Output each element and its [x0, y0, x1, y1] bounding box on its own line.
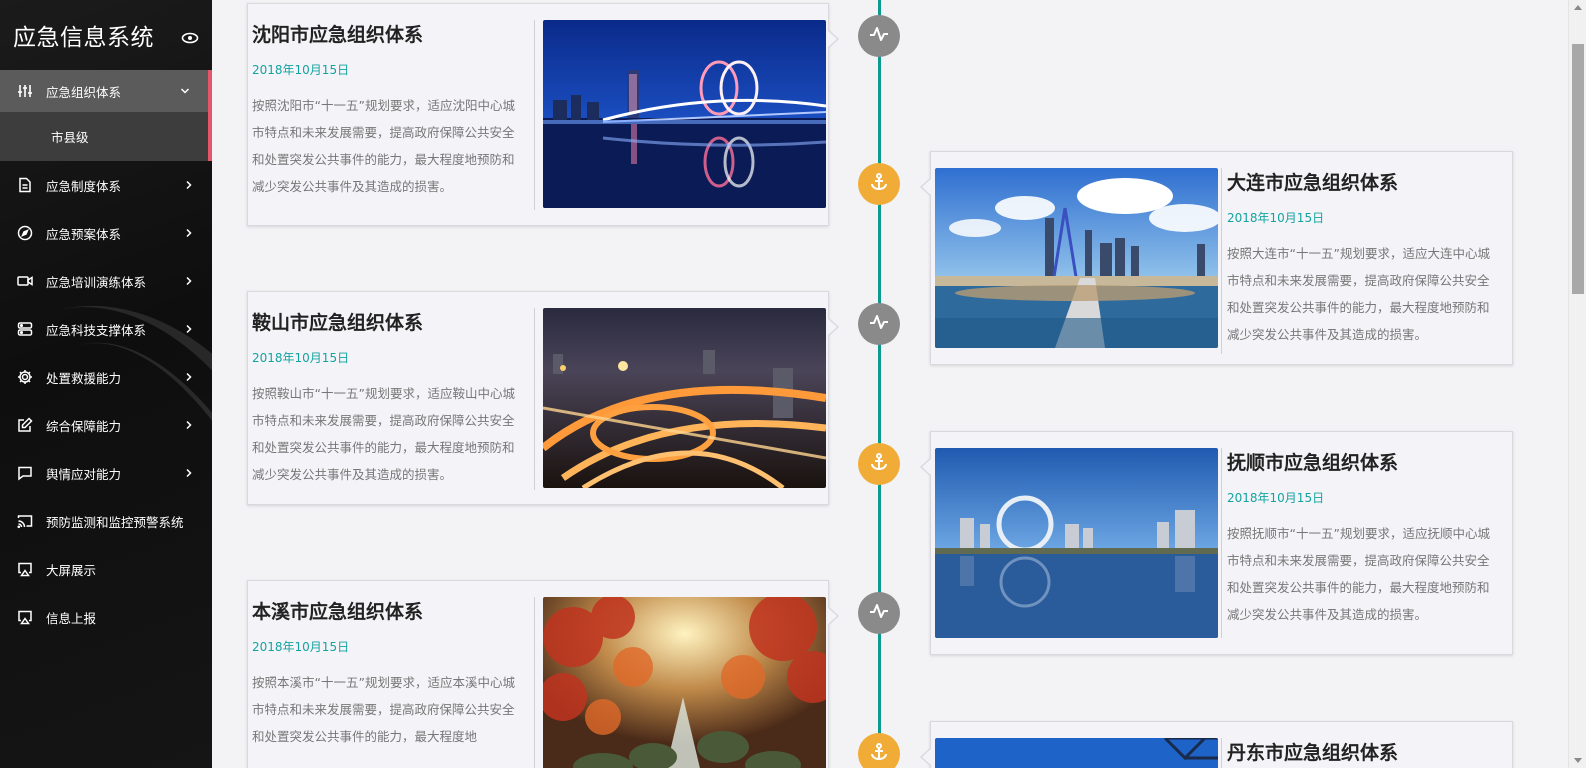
chevron-right-icon [184, 372, 194, 382]
card-date: 2018年10月15日 [1227, 491, 1325, 505]
edit-icon [17, 417, 33, 433]
document-icon [17, 177, 33, 193]
city-photo[interactable] [935, 738, 1218, 768]
anchor-icon [869, 172, 889, 196]
chevron-right-icon [184, 324, 194, 334]
city-photo[interactable] [935, 168, 1218, 348]
sidebar-item-opinion-response[interactable]: 舆情应对能力 [0, 449, 212, 497]
nature-photo[interactable] [543, 597, 826, 768]
card-date: 2018年10月15日 [252, 351, 350, 365]
sidebar-item-training-system[interactable]: 应急培训演练体系 [0, 257, 212, 305]
timeline-card[interactable]: 丹东市应急组织体系 [920, 721, 1513, 768]
server-icon [17, 321, 33, 337]
timeline-card[interactable]: 沈阳市应急组织体系 2018年10月15日 按照沈阳市“十一五”规划要求，适应沈… [247, 3, 839, 226]
sidebar-item-label: 信息上报 [46, 610, 97, 626]
timeline-node [858, 15, 900, 57]
airplay-icon [17, 561, 33, 577]
sidebar-group-org: 应急组织体系 市县级 [0, 70, 212, 161]
card-description: 按照抚顺市“十一五”规划要求，适应抚顺中心城市特点和未来发展需要，提高政府保障公… [1227, 526, 1490, 622]
sidebar-item-label: 应急制度体系 [46, 178, 122, 194]
anchor-icon [869, 452, 889, 476]
chevron-right-icon [184, 420, 194, 430]
timeline-node [858, 592, 900, 634]
card-description: 按照本溪市“十一五”规划要求，适应本溪中心城市特点和未来发展需要，提高政府保障公… [252, 675, 515, 744]
sliders-icon [17, 83, 33, 99]
card-title[interactable]: 丹东市应急组织体系 [1227, 738, 1499, 765]
airplay-icon [17, 609, 33, 625]
timeline-node [858, 733, 900, 768]
chat-icon [17, 465, 33, 481]
timeline-card[interactable]: 抚顺市应急组织体系 2018年10月15日 按照抚顺市“十一五”规划要求，适应抚… [920, 431, 1513, 655]
card-description: 按照大连市“十一五”规划要求，适应大连中心城市特点和未来发展需要，提高政府保障公… [1227, 246, 1490, 342]
timeline-node [858, 163, 900, 205]
anchor-icon [869, 742, 889, 766]
sidebar-item-org-system[interactable]: 应急组织体系 [0, 70, 208, 112]
scroll-down-arrow-icon[interactable] [1574, 758, 1582, 763]
timeline-node [858, 303, 900, 345]
city-photo[interactable] [543, 20, 826, 208]
scroll-thumb[interactable] [1572, 44, 1584, 294]
timeline-node [858, 443, 900, 485]
card-title[interactable]: 鞍山市应急组织体系 [252, 308, 524, 335]
activity-icon [869, 24, 889, 48]
timeline-area: 沈阳市应急组织体系 2018年10月15日 按照沈阳市“十一五”规划要求，适应沈… [212, 0, 1550, 768]
city-photo[interactable] [935, 448, 1218, 638]
sidebar-item-label: 舆情应对能力 [46, 466, 122, 482]
chevron-right-icon [184, 276, 194, 286]
sidebar-item-rescue-capability[interactable]: 处置救援能力 [0, 353, 212, 401]
sidebar-item-label: 应急科技支撑体系 [46, 322, 147, 338]
app-title: 应急信息系统 [13, 25, 154, 51]
sidebar-subitem-city-county[interactable]: 市县级 [0, 112, 208, 161]
card-date: 2018年10月15日 [252, 63, 350, 77]
timeline-line [878, 0, 881, 768]
timeline-card[interactable]: 大连市应急组织体系 2018年10月15日 按照大连市“十一五”规划要求，适应大… [920, 151, 1513, 365]
gear-icon [17, 369, 33, 385]
sidebar-item-label: 应急预案体系 [46, 226, 122, 242]
sidebar-menu: 应急组织体系 市县级 应急制度体系 应急预案体系 应急培训演练体系 应急科技支撑… [0, 70, 212, 641]
sidebar-item-label: 大屏展示 [46, 562, 97, 578]
activity-icon [869, 601, 889, 625]
timeline-card[interactable]: 鞍山市应急组织体系 2018年10月15日 按照鞍山市“十一五”规划要求，适应鞍… [247, 291, 839, 505]
sidebar-item-tech-support[interactable]: 应急科技支撑体系 [0, 305, 212, 353]
card-title[interactable]: 沈阳市应急组织体系 [252, 20, 524, 47]
sidebar-item-plan-system[interactable]: 应急预案体系 [0, 209, 212, 257]
sidebar-item-support-capability[interactable]: 综合保障能力 [0, 401, 212, 449]
page-scrollbar[interactable] [1568, 0, 1586, 768]
sidebar-item-label: 应急组织体系 [46, 84, 122, 100]
scroll-up-arrow-icon[interactable] [1574, 5, 1582, 10]
brand-header: 应急信息系统 [0, 0, 212, 70]
sidebar-item-regulation-system[interactable]: 应急制度体系 [0, 161, 212, 209]
chevron-right-icon [184, 180, 194, 190]
sidebar-item-label: 应急培训演练体系 [46, 274, 147, 290]
compass-icon [17, 225, 33, 241]
activity-icon [869, 312, 889, 336]
card-title[interactable]: 本溪市应急组织体系 [252, 597, 524, 624]
chevron-right-icon [184, 228, 194, 238]
chevron-down-icon [180, 86, 190, 96]
chevron-right-icon [184, 468, 194, 478]
sidebar-item-big-screen[interactable]: 大屏展示 [0, 545, 212, 593]
card-title[interactable]: 抚顺市应急组织体系 [1227, 448, 1499, 475]
sidebar-item-label: 预防监测和监控预警系统 [46, 514, 184, 530]
card-description: 按照沈阳市“十一五”规划要求，适应沈阳中心城市特点和未来发展需要，提高政府保障公… [252, 98, 515, 194]
timeline-card[interactable]: 本溪市应急组织体系 2018年10月15日 按照本溪市“十一五”规划要求，适应本… [247, 580, 839, 768]
sidebar-item-label: 综合保障能力 [46, 418, 122, 434]
card-date: 2018年10月15日 [252, 640, 350, 654]
sidebar-item-monitoring-warning[interactable]: 预防监测和监控预警系统 [0, 497, 212, 545]
eye-icon[interactable] [181, 29, 199, 44]
sidebar-item-label: 处置救援能力 [46, 370, 122, 386]
sidebar-item-info-report[interactable]: 信息上报 [0, 593, 212, 641]
card-title[interactable]: 大连市应急组织体系 [1227, 168, 1499, 195]
cast-icon [17, 513, 33, 529]
card-description: 按照鞍山市“十一五”规划要求，适应鞍山中心城市特点和未来发展需要，提高政府保障公… [252, 386, 515, 482]
city-photo[interactable] [543, 308, 826, 488]
video-icon [17, 273, 33, 289]
card-date: 2018年10月15日 [1227, 211, 1325, 225]
sidebar: 应急信息系统 应急组织体系 市县级 应急制度体系 应急预案体系 应急培训演练体系… [0, 0, 212, 768]
